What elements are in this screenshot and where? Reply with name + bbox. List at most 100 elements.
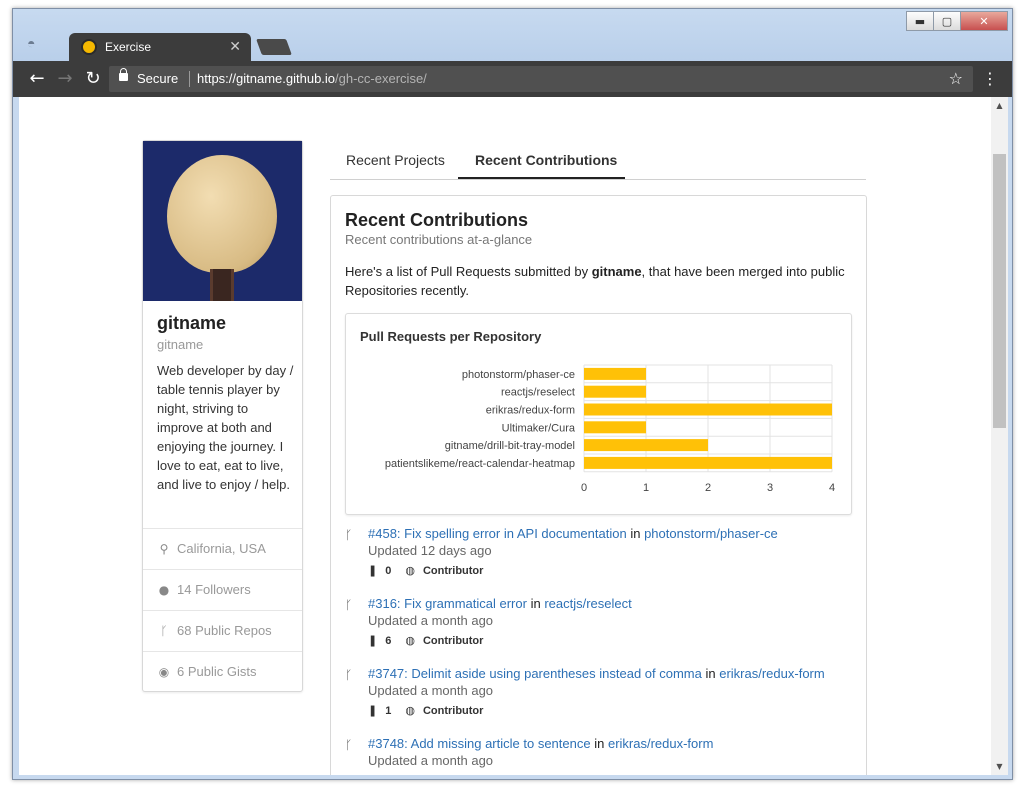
pr-stats: ❚ 0 ◍ Contributor: [368, 564, 483, 577]
secure-label: Secure: [137, 71, 179, 86]
content-tabs: Recent Projects Recent Contributions: [330, 140, 866, 180]
tab-close-icon[interactable]: ✕: [229, 38, 241, 55]
url-host: https://gitname.github.io: [197, 71, 336, 86]
pr-repo-link[interactable]: erikras/redux-form: [719, 666, 824, 681]
user-icon: ●: [158, 583, 170, 597]
window-controls: ▬ ▢ ✕: [906, 11, 1008, 31]
scroll-up-icon[interactable]: ▲: [991, 97, 1008, 114]
browser-window: ◓ Exercise ✕ ▬ ▢ ✕ ← → ↻ Secure https://…: [12, 8, 1013, 780]
url-text[interactable]: https://gitname.github.io/gh-cc-exercise…: [197, 71, 427, 86]
category-label: patientslikeme/react-calendar-heatmap: [385, 458, 575, 470]
new-tab-button[interactable]: [256, 39, 292, 55]
maximize-button[interactable]: ▢: [933, 11, 961, 31]
pr-in-text: in: [530, 596, 541, 611]
x-tick-label: 4: [829, 482, 835, 494]
back-button[interactable]: ←: [25, 67, 49, 91]
pr-in-text: in: [630, 526, 641, 541]
panel-title: Recent Contributions: [345, 210, 528, 230]
scrollbar-thumb[interactable]: [993, 154, 1006, 428]
paddle-image: [167, 155, 277, 273]
category-label: photonstorm/phaser-ce: [462, 369, 575, 381]
x-tick-label: 3: [767, 482, 773, 494]
active-tab-indicator: [458, 177, 625, 179]
pr-comment-count: 1: [385, 705, 392, 717]
category-label: Ultimaker/Cura: [502, 422, 576, 434]
profile-gists[interactable]: ◉ 6 Public Gists: [143, 651, 302, 692]
bookmark-star-icon[interactable]: ☆: [949, 69, 963, 88]
pr-role: Contributor: [422, 705, 484, 717]
forward-button[interactable]: →: [53, 67, 77, 91]
comments-icon: ❚: [368, 634, 378, 647]
pr-title-line: #458: Fix spelling error in API document…: [368, 526, 778, 541]
vertical-scrollbar[interactable]: ▲ ▼: [991, 97, 1008, 775]
profile-bio: Web developer by day / table tennis play…: [157, 363, 294, 492]
paddle-handle: [210, 269, 234, 301]
pull-request-icon: ᚴ: [345, 668, 353, 682]
bar: [584, 456, 832, 469]
pr-title-link[interactable]: #3747: Delimit aside using parentheses i…: [368, 666, 702, 681]
pr-updated: Updated a month ago: [368, 613, 494, 628]
chart-card: Pull Requests per Repository photonstorm…: [345, 313, 852, 515]
avatar: [143, 141, 302, 301]
pull-request-icon: ᚴ: [345, 528, 353, 542]
desc-user: gitname: [591, 264, 642, 279]
tab-recent-projects[interactable]: Recent Projects: [346, 152, 445, 168]
pr-title-link[interactable]: #316: Fix grammatical error: [368, 596, 527, 611]
tab-title: Exercise: [105, 40, 152, 54]
repos-text: 68 Public Repos: [177, 623, 272, 638]
tab-recent-contributions[interactable]: Recent Contributions: [475, 152, 617, 168]
repo-branch-icon: ᚴ: [160, 624, 168, 638]
pull-request-item: ᚴ #316: Fix grammatical error in reactjs/…: [345, 596, 865, 666]
desc-prefix: Here's a list of Pull Requests submitted…: [345, 264, 592, 279]
bar-chart: photonstorm/phaser-ce reactjs/reselect eri…: [385, 364, 835, 494]
pr-comment-count: 6: [385, 635, 392, 647]
pr-title-line: #316: Fix grammatical error in reactjs/r…: [368, 596, 632, 611]
globe-icon: ◍: [405, 704, 415, 717]
category-label: reactjs/reselect: [501, 387, 575, 399]
comments-icon: ❚: [368, 564, 378, 577]
reload-button[interactable]: ↻: [81, 67, 105, 91]
pr-title-link[interactable]: #3748: Add missing article to sentence: [368, 736, 591, 751]
bar: [584, 403, 832, 416]
x-tick-label: 2: [705, 482, 711, 494]
scroll-down-icon[interactable]: ▼: [991, 758, 1008, 775]
pr-repo-link[interactable]: erikras/redux-form: [608, 736, 713, 751]
x-tick-label: 1: [643, 482, 649, 494]
bar: [584, 439, 708, 452]
pull-request-list: ᚴ #458: Fix spelling error in API documen…: [345, 526, 865, 775]
pull-request-icon: ᚴ: [345, 738, 353, 752]
pr-role: Contributor: [422, 565, 484, 577]
pr-comment-count: 0: [385, 565, 392, 577]
favicon-icon: [81, 39, 97, 55]
category-label: gitname/drill-bit-tray-model: [445, 440, 575, 452]
panel-subtitle: Recent contributions at-a-glance: [345, 232, 533, 247]
profile-followers[interactable]: ● 14 Followers: [143, 569, 302, 610]
bar: [584, 367, 646, 380]
title-bar: ◓ Exercise ✕ ▬ ▢ ✕: [13, 9, 1012, 61]
gists-text: 6 Public Gists: [177, 664, 257, 679]
bar: [584, 385, 646, 398]
pr-repo-link[interactable]: photonstorm/phaser-ce: [644, 526, 778, 541]
globe-icon: ◍: [405, 564, 415, 577]
address-bar[interactable]: Secure https://gitname.github.io/gh-cc-e…: [109, 66, 973, 92]
pr-in-text: in: [594, 736, 605, 751]
close-window-button[interactable]: ✕: [960, 11, 1008, 31]
category-label: erikras/redux-form: [486, 405, 575, 417]
pull-request-icon: ᚴ: [345, 598, 353, 612]
pr-repo-link[interactable]: reactjs/reselect: [544, 596, 631, 611]
pr-title-link[interactable]: #458: Fix spelling error in API document…: [368, 526, 627, 541]
github-octocat-icon: ◉: [158, 665, 170, 679]
minimize-button[interactable]: ▬: [906, 11, 934, 31]
pr-title-line: #3747: Delimit aside using parentheses i…: [368, 666, 825, 681]
incognito-icon: ◓: [27, 35, 36, 51]
pr-in-text: in: [705, 666, 716, 681]
pr-stats: ❚ 1 ◍ Contributor: [368, 704, 483, 717]
lock-icon: [119, 68, 128, 81]
profile-repos[interactable]: ᚴ 68 Public Repos: [143, 610, 302, 651]
browser-tab[interactable]: Exercise ✕: [69, 33, 251, 61]
omnibox-separator: [189, 71, 190, 87]
pr-role: Contributor: [422, 635, 484, 647]
browser-menu-icon[interactable]: ⋮: [982, 67, 998, 91]
pull-request-item: ᚴ #458: Fix spelling error in API documen…: [345, 526, 865, 596]
followers-text: 14 Followers: [177, 582, 251, 597]
